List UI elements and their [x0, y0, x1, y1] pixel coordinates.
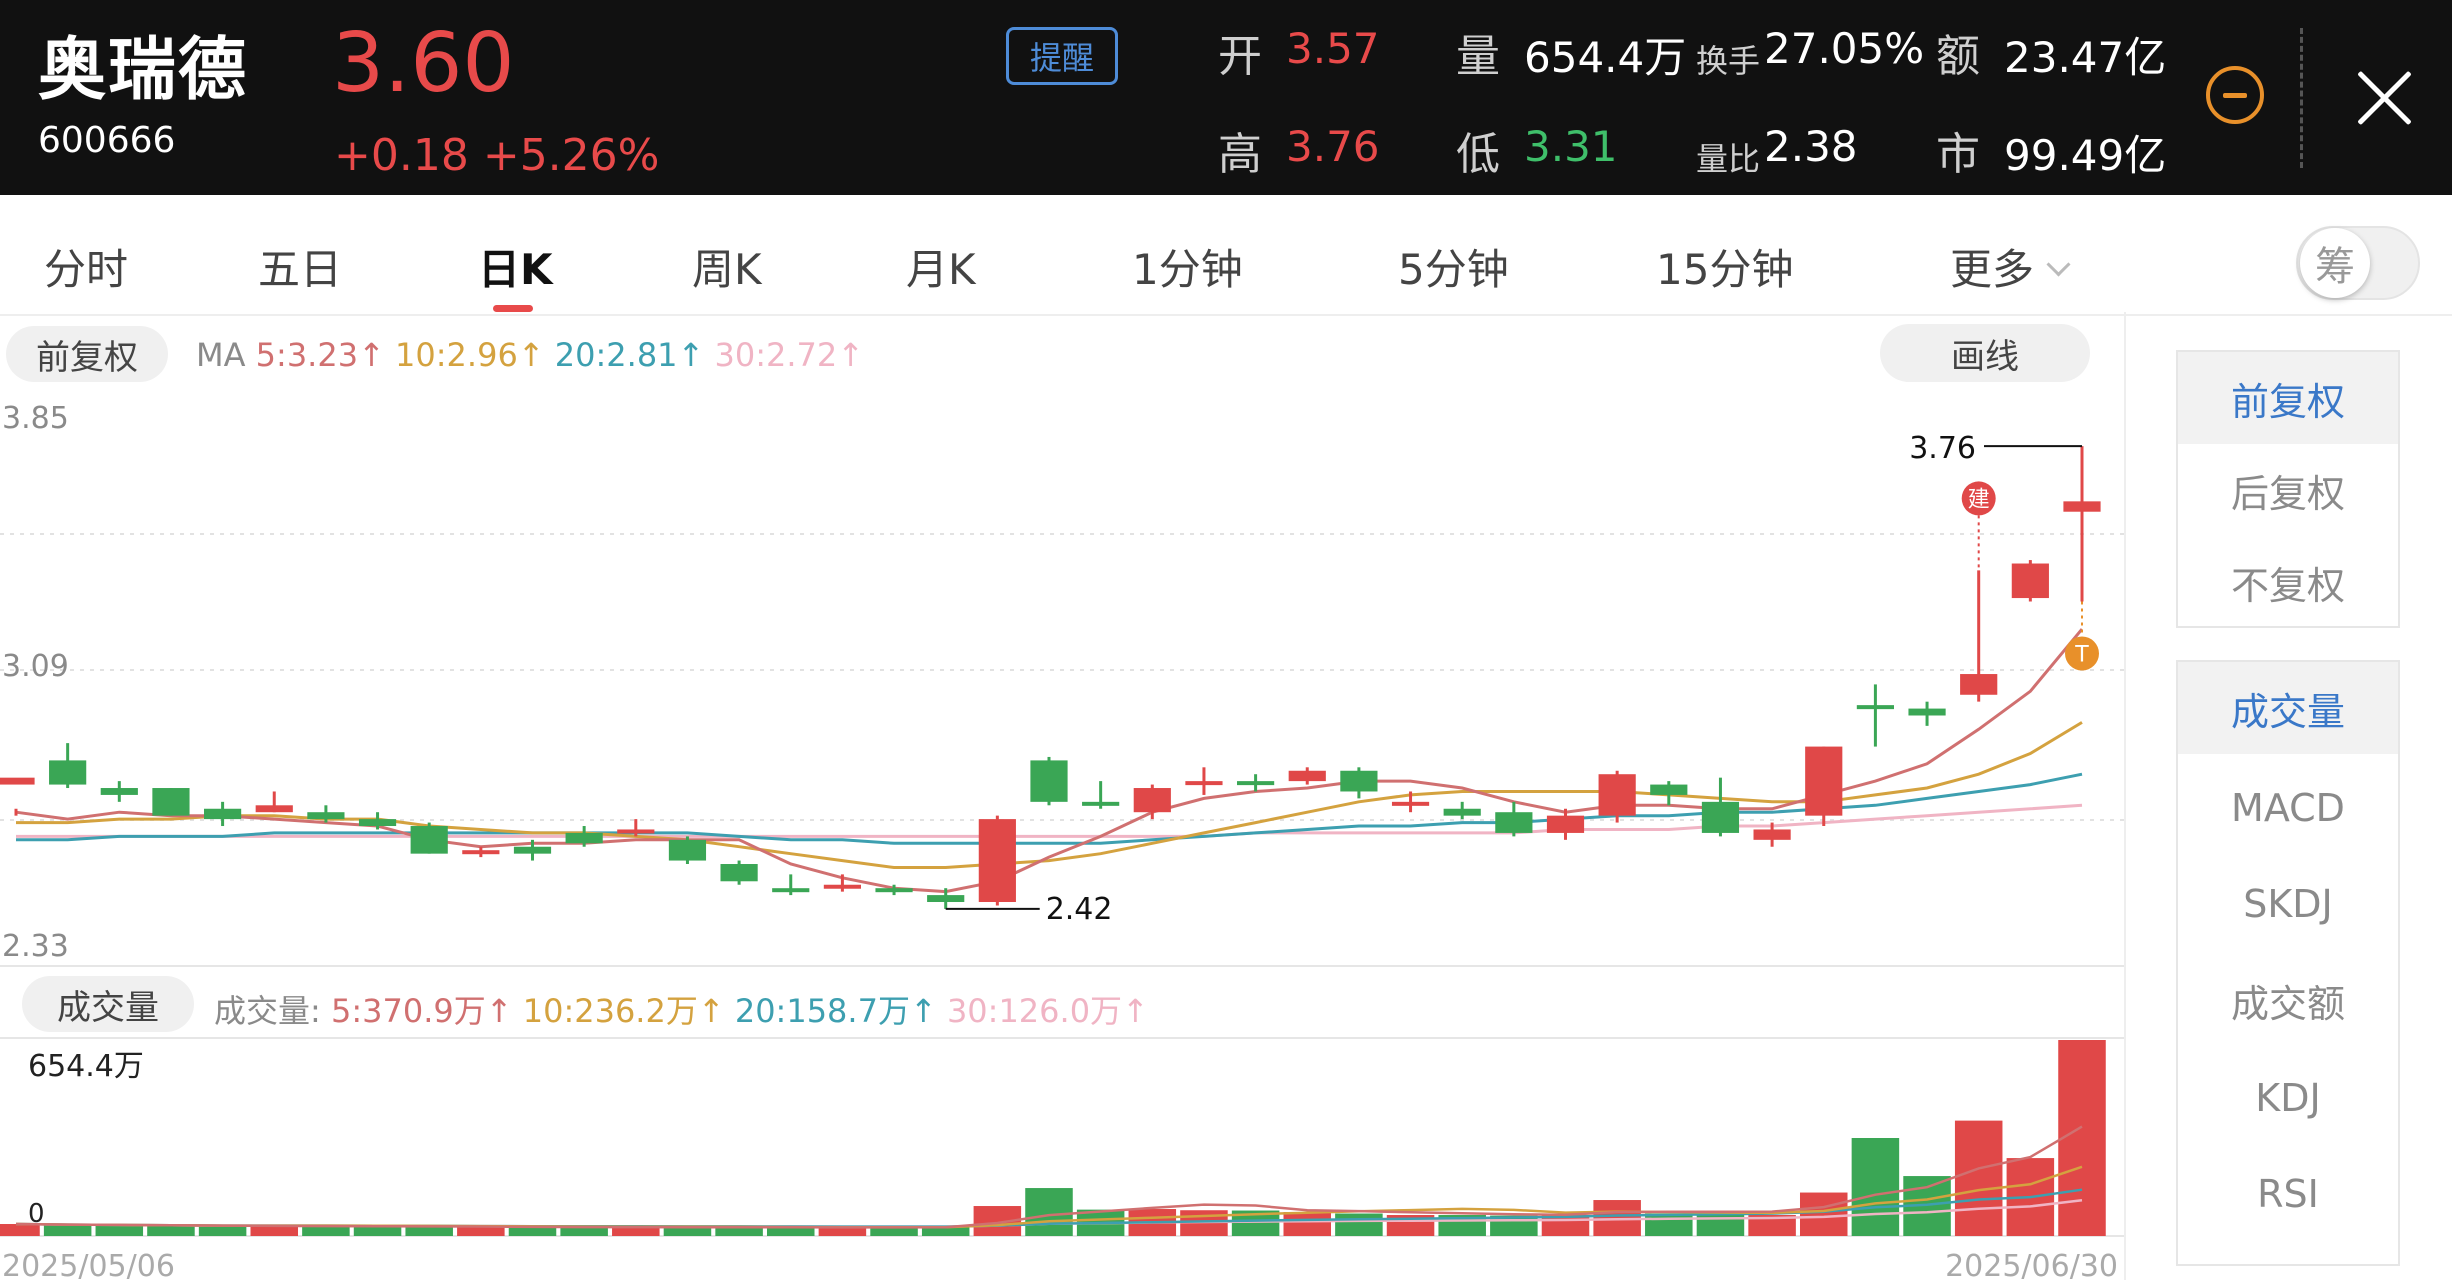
candle-body [1753, 829, 1791, 840]
volume-bar [147, 1226, 195, 1236]
candle-body [204, 808, 242, 820]
candle-body [1960, 674, 1998, 695]
candle-body [772, 888, 810, 893]
candle-body [513, 846, 552, 854]
volume-bar [1025, 1188, 1073, 1236]
menu-item-kdj[interactable]: KDJ [2178, 1052, 2398, 1144]
date-start: 2025/05/06 [2, 1249, 175, 1280]
volume-bar [1335, 1213, 1383, 1236]
menu-item-skdj[interactable]: SKDJ [2178, 858, 2398, 950]
candle-body [875, 888, 913, 893]
candle-body [255, 805, 293, 813]
volume-bar [1645, 1213, 1693, 1236]
volume-bar [508, 1227, 557, 1236]
menu-item-macd[interactable]: MACD [2178, 762, 2398, 854]
volume-bar [198, 1226, 247, 1236]
candle-body [1133, 788, 1171, 813]
candle-body [49, 760, 87, 785]
menu-item-backward-adjust[interactable]: 后复权 [2178, 444, 2398, 536]
candle-body [1908, 708, 1946, 716]
price-axis-bottom: 2.33 [2, 929, 69, 964]
chips-toggle-knob[interactable]: 筹 [2300, 228, 2370, 298]
adjust-mode-menu: 前复权 后复权 不复权 [2176, 350, 2400, 628]
candle-body [1443, 808, 1481, 816]
volume-bar [766, 1227, 815, 1236]
min-price-label: 2.42 [1046, 892, 1113, 927]
candle-body [1701, 801, 1740, 833]
volume-bars [0, 1040, 2106, 1236]
candle-body [1805, 746, 1843, 816]
volume-bar [818, 1227, 867, 1236]
candle-body [1495, 812, 1533, 833]
candle-body [1030, 760, 1068, 802]
volume-bar [2058, 1040, 2106, 1236]
date-end: 2025/06/30 [1945, 1249, 2118, 1280]
volume-bar [353, 1226, 402, 1236]
candle-body [1856, 705, 1894, 710]
kline-chart[interactable]: 3.85 3.09 2.33 654.4万 0 2025/05/06 2025/… [0, 0, 2126, 1280]
menu-item-volume[interactable]: 成交量 [2178, 662, 2398, 754]
candle-body [823, 884, 861, 889]
menu-item-forward-adjust[interactable]: 前复权 [2178, 352, 2398, 444]
minus-circle-icon[interactable] [2206, 66, 2264, 124]
volume-bar [663, 1227, 712, 1236]
volume-bar [457, 1227, 505, 1236]
candle-body [1391, 801, 1430, 806]
buy-marker-label: 建 [1968, 487, 1990, 512]
volume-bar [0, 1224, 40, 1236]
candle-body [152, 788, 190, 816]
volume-bar [405, 1227, 453, 1236]
volume-bar [715, 1227, 763, 1236]
volume-bar [560, 1227, 608, 1236]
candle-body [1237, 781, 1275, 786]
price-axis-top: 3.85 [2, 401, 69, 436]
candle-body [1082, 801, 1120, 806]
candle-body [978, 819, 1016, 903]
max-price-label: 3.76 [1909, 431, 1976, 466]
candle-body [2063, 501, 2101, 512]
candle-body [1650, 784, 1688, 795]
candle-body [462, 850, 500, 855]
candle-body [1546, 815, 1585, 833]
volume-bar [43, 1225, 92, 1236]
candle-body [2011, 563, 2049, 599]
candle-body [1185, 781, 1223, 786]
price-annotations: 3.76 2.42 建 T [945, 431, 2099, 927]
candle-body [100, 788, 138, 795]
header-divider [2300, 28, 2303, 168]
menu-item-no-adjust[interactable]: 不复权 [2178, 536, 2398, 628]
candle-body [720, 864, 758, 882]
candle-body [1598, 774, 1636, 816]
candle-body [1288, 770, 1326, 782]
menu-item-turnover-amount[interactable]: 成交额 [2178, 954, 2398, 1046]
volume-bar [1851, 1138, 1900, 1236]
volume-bar [1283, 1212, 1332, 1236]
volume-bar [302, 1226, 350, 1236]
volume-bar [95, 1225, 144, 1236]
candle-body [358, 819, 397, 827]
t-marker-label: T [2074, 643, 2089, 668]
candle-body [410, 826, 448, 854]
candle-body [617, 829, 655, 834]
indicator-menu: 成交量 MACD SKDJ 成交额 KDJ RSI [2176, 660, 2400, 1266]
candle-body [927, 895, 965, 903]
candle-body [565, 832, 603, 844]
candle-body [0, 777, 35, 785]
volume-axis-max: 654.4万 [28, 1049, 144, 1084]
menu-item-rsi[interactable]: RSI [2178, 1148, 2398, 1240]
close-icon[interactable] [2352, 66, 2416, 130]
price-axis-mid: 3.09 [2, 649, 69, 684]
candle-body [668, 839, 707, 861]
candle-body [1340, 770, 1378, 792]
candlesticks [0, 446, 2101, 909]
volume-bar [1799, 1192, 1848, 1236]
volume-bar [1954, 1120, 2003, 1236]
candle-body [307, 812, 345, 820]
